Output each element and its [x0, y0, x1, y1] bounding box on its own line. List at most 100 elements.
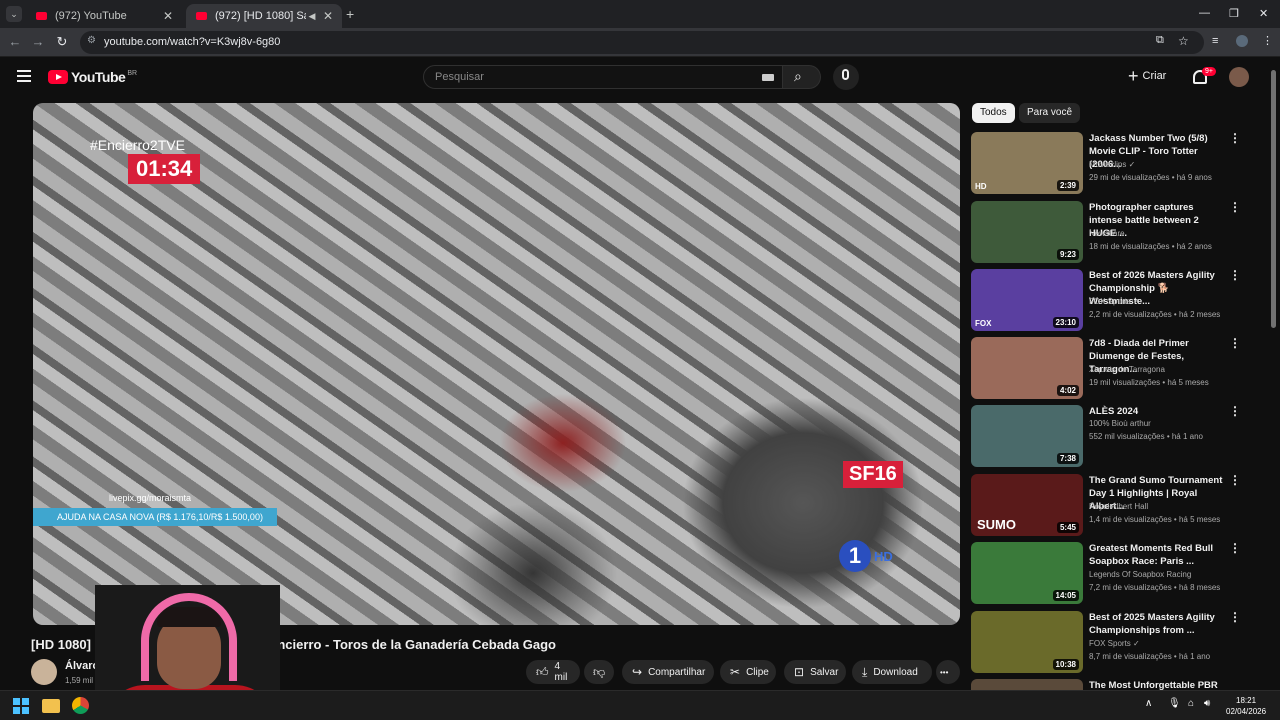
tab-youtube[interactable]: (972) YouTube ✕ [26, 4, 182, 28]
rec-meta: 8,7 mi de visualizações • há 1 ano [1089, 652, 1211, 661]
rec-channel: 100% Bioù arthur [1089, 419, 1151, 428]
recommendation-item[interactable]: 7:38 ALÈS 2024 100% Bioù arthur 552 mil … [971, 405, 1261, 469]
rec-channel: FOX Sports ✓ [1089, 639, 1140, 648]
tray-volume-icon[interactable]: 🔊︎ [1204, 698, 1210, 709]
tray-mic-icon[interactable]: 🎙︎ [1168, 698, 1181, 709]
minimize-button[interactable]: — [1199, 7, 1210, 19]
rec-thumbnail[interactable]: 4:02 [971, 337, 1083, 399]
rec-title[interactable]: Greatest Moments Red Bull Soapbox Race: … [1089, 542, 1227, 568]
rec-thumbnail[interactable]: 9:23 [971, 201, 1083, 263]
back-arrow-icon[interactable]: ← [6, 34, 24, 49]
rec-duration: 9:23 [1056, 249, 1079, 260]
video-player[interactable]: #Encierro2TVE 01:34 livepix.gg/moraismta… [33, 103, 960, 625]
rec-thumbnail[interactable]: 14:05 [971, 542, 1083, 604]
user-avatar[interactable] [1229, 67, 1249, 87]
rec-thumbnail[interactable]: HD 2:39 [971, 132, 1083, 194]
maximize-button[interactable]: ❐ [1229, 7, 1239, 20]
rec-more-icon[interactable]: ⋮ [1229, 201, 1241, 213]
rec-more-icon[interactable]: ⋮ [1229, 474, 1241, 486]
rec-meta: 19 mil visualizações • há 5 meses [1089, 378, 1209, 387]
rec-meta: 29 mi de visualizações • há 9 anos [1089, 173, 1212, 182]
windows-start-icon[interactable] [13, 698, 29, 714]
tve-channel-logo: 1 HD [839, 540, 893, 572]
broadcast-timer: 01:34 [128, 154, 201, 184]
like-count: 4 mil [554, 661, 568, 683]
bookmark-star-icon[interactable]: ☆ [1178, 34, 1189, 48]
sf-number: 16 [874, 463, 897, 485]
more-actions-button[interactable]: ••• [936, 660, 960, 684]
rec-thumbnail[interactable] [971, 679, 1083, 690]
rec-more-icon[interactable]: ⋮ [1229, 132, 1241, 144]
rec-thumbnail[interactable]: FOX 23:10 [971, 269, 1083, 331]
recommendation-item[interactable]: 14:05 Greatest Moments Red Bull Soapbox … [971, 542, 1261, 606]
chip-todos[interactable]: Todos [972, 103, 1015, 123]
chip-para-voce[interactable]: Para você [1019, 103, 1081, 123]
create-button[interactable]: + Criar [1128, 67, 1166, 85]
profile-avatar-icon[interactable] [1236, 35, 1248, 47]
recommendation-item[interactable]: FOX 23:10 Best of 2026 Masters Agility C… [971, 269, 1261, 333]
youtube-logo[interactable]: YouTube BR [48, 69, 137, 85]
rec-title[interactable]: The Most Unforgettable PBR [1089, 679, 1227, 690]
install-app-icon[interactable]: ⧉ [1156, 34, 1164, 47]
rec-duration: 2:39 [1056, 180, 1079, 191]
rec-thumbnail[interactable]: 7:38 [971, 405, 1083, 467]
rec-thumbnail[interactable]: SUMO 5:45 [971, 474, 1083, 536]
rec-channel-name: FOX Sports [1089, 297, 1131, 306]
taskbar-clock[interactable]: 18:21 02/04/2026 [1226, 695, 1266, 717]
voice-search-button[interactable] [833, 64, 859, 90]
plus-icon: + [1128, 66, 1139, 86]
livepix-link: livepix.gg/moraismta [109, 493, 192, 503]
share-label: Compartilhar [648, 666, 706, 678]
logo-country: BR [127, 69, 138, 77]
recommendation-item[interactable]: 9:23 Photographer captures intense battl… [971, 201, 1261, 265]
rec-channel: Movieclips ✓ [1089, 160, 1135, 169]
search-button[interactable]: ⌕ [783, 65, 821, 89]
download-button[interactable]: ⤓ Download [852, 660, 932, 684]
keyboard-icon[interactable] [762, 74, 774, 81]
rec-channel-name: Movieclips [1089, 160, 1127, 169]
tab-close-icon[interactable]: ✕ [160, 9, 176, 23]
rec-title[interactable]: Best of 2025 Masters Agility Championshi… [1089, 611, 1227, 637]
rec-more-icon[interactable]: ⋮ [1229, 337, 1241, 349]
search-input[interactable]: Pesquisar [423, 65, 783, 89]
file-explorer-icon[interactable] [42, 699, 60, 713]
chrome-icon[interactable] [72, 697, 89, 714]
rec-title[interactable]: ALÈS 2024 [1089, 405, 1227, 418]
rec-more-icon[interactable]: ⋮ [1229, 405, 1241, 417]
recommendation-item[interactable]: 10:38 Best of 2025 Masters Agility Champ… [971, 611, 1261, 675]
browser-menu-icon[interactable]: ⋮ [1262, 34, 1273, 47]
site-info-icon[interactable]: ⚙ [87, 35, 96, 46]
tab-san-fermin[interactable]: (972) [HD 1080] San Fermin ◀ ✕ [186, 4, 342, 28]
forward-arrow-icon[interactable]: → [29, 34, 47, 49]
rec-meta: 552 mil visualizações • há 1 ano [1089, 432, 1203, 441]
reload-icon[interactable]: ↻ [53, 34, 71, 50]
share-button[interactable]: ↪ Compartilhar [622, 660, 714, 684]
page-scrollbar[interactable] [1271, 70, 1276, 328]
tray-overflow-icon[interactable]: ∧ [1145, 698, 1152, 709]
tab-audio-icon[interactable]: ◀ [306, 11, 318, 22]
rec-thumbnail[interactable]: 10:38 [971, 611, 1083, 673]
recommendation-item[interactable]: The Most Unforgettable PBR [971, 679, 1261, 690]
tab-close-icon[interactable]: ✕ [320, 9, 336, 23]
new-tab-button[interactable]: + [346, 6, 354, 22]
tray-network-icon[interactable]: ⌂ [1188, 698, 1194, 709]
channel-avatar[interactable] [31, 659, 57, 685]
omnibox[interactable]: ⚙ youtube.com/watch?v=K3wj8v-6g80 ⧉ ☆ [80, 31, 1204, 54]
download-icon: ⤓ [862, 664, 868, 679]
clip-button[interactable]: ✂ Clipe [720, 660, 776, 684]
rec-more-icon[interactable]: ⋮ [1229, 611, 1241, 623]
like-button[interactable]: 👍︎ 4 mil [526, 660, 580, 684]
recommendation-item[interactable]: HD 2:39 Jackass Number Two (5/8) Movie C… [971, 132, 1261, 196]
close-window-button[interactable]: ✕ [1259, 7, 1268, 20]
tab-search-button[interactable]: ⌄ [6, 6, 22, 22]
verified-icon: ✓ [1128, 160, 1136, 169]
rec-more-icon[interactable]: ⋮ [1229, 269, 1241, 281]
save-button[interactable]: ⊡ Salvar [784, 660, 846, 684]
hamburger-menu-icon[interactable] [17, 70, 31, 82]
youtube-favicon-icon [36, 12, 47, 20]
dislike-button[interactable]: 👎︎ [584, 660, 614, 684]
media-controls-icon[interactable]: ≡ [1212, 35, 1218, 47]
rec-more-icon[interactable]: ⋮ [1229, 542, 1241, 554]
recommendation-item[interactable]: 4:02 7d8 - Diada del Primer Diumenge de … [971, 337, 1261, 401]
recommendation-item[interactable]: SUMO 5:45 The Grand Sumo Tournament Day … [971, 474, 1261, 538]
